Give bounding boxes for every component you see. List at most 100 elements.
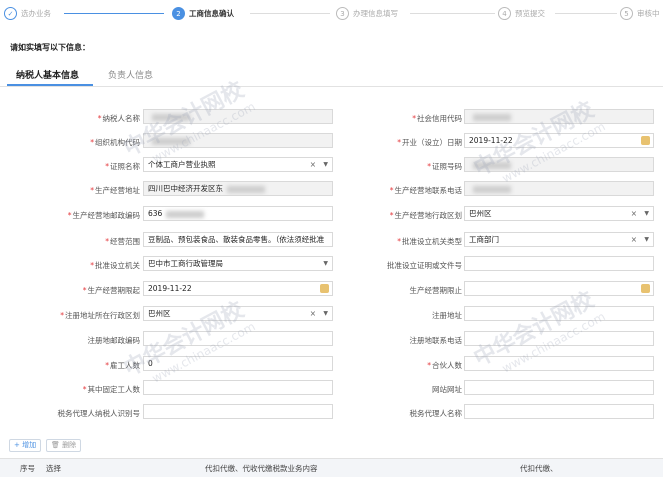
redacted-mark bbox=[473, 161, 511, 169]
taxpayer-name-label: 纳税人名称 bbox=[12, 113, 141, 124]
agent-name-field[interactable] bbox=[464, 404, 654, 419]
col-header-content: 代扣代缴、代收代缴税款业务内容 bbox=[205, 464, 318, 473]
website-label: 网站网址 bbox=[432, 385, 462, 394]
scope-field[interactable]: 豆制品、预包装食品、散装食品零售。（依法须经批准 bbox=[143, 232, 333, 247]
instruction-text: 请如实填写以下信息： bbox=[10, 43, 90, 52]
tab-taxpayer-info[interactable]: 纳税人基本信息 bbox=[16, 68, 79, 81]
org-code-field[interactable] bbox=[143, 133, 333, 148]
chevron-down-icon[interactable]: ▼ bbox=[323, 307, 328, 320]
prod-region-label: 生产经营地行政区划 bbox=[334, 210, 463, 221]
fixed-workers-label: 其中固定工人数 bbox=[12, 384, 141, 395]
employees-label: 雇工人数 bbox=[12, 360, 140, 371]
credit-code-label: 社会信用代码 bbox=[334, 113, 462, 124]
clear-icon[interactable]: × bbox=[631, 233, 637, 246]
tab-responsible-person[interactable]: 负责人信息 bbox=[108, 68, 153, 81]
chevron-down-icon[interactable]: ▼ bbox=[323, 257, 328, 270]
check-icon: ✓ bbox=[4, 7, 17, 20]
step-label: 选办业务 bbox=[21, 9, 51, 18]
prod-region-select[interactable]: 巴州区 × ▼ bbox=[464, 206, 654, 221]
col-header-content-2: 代扣代缴、 bbox=[520, 464, 558, 473]
credit-code-field[interactable] bbox=[464, 109, 654, 124]
redacted-mark bbox=[227, 185, 265, 193]
step-number: 3 bbox=[336, 7, 349, 20]
period-start-label: 生产经营期限起 bbox=[12, 285, 141, 296]
reg-phone-field[interactable] bbox=[464, 331, 654, 346]
approve-doc-label: 批准设立证明或文件号 bbox=[387, 261, 462, 270]
chevron-down-icon[interactable]: ▼ bbox=[323, 158, 328, 171]
step-label: 审核中 bbox=[637, 9, 660, 18]
redacted-mark bbox=[152, 137, 190, 145]
step-4: 4 预览提交 bbox=[498, 7, 545, 20]
calendar-icon[interactable] bbox=[641, 284, 650, 293]
col-header-index: 序号 bbox=[20, 464, 35, 473]
agent-id-label: 税务代理人纳税人识别号 bbox=[57, 409, 141, 418]
cert-no-field[interactable] bbox=[464, 157, 654, 172]
prod-addr-field[interactable]: 四川巴中经济开发区东 bbox=[143, 181, 333, 196]
period-start-field[interactable]: 2019-11-22 bbox=[143, 281, 333, 296]
chevron-down-icon[interactable]: ▼ bbox=[644, 233, 649, 246]
add-button[interactable]: + 增加 bbox=[9, 439, 42, 452]
cert-no-label: 证照号码 bbox=[334, 161, 462, 172]
active-tab-indicator bbox=[7, 84, 93, 86]
open-date-label: 开业（设立）日期 bbox=[334, 137, 462, 148]
step-1: ✓ 选办业务 bbox=[4, 7, 51, 20]
step-line-4 bbox=[555, 13, 617, 14]
prod-zip-label: 生产经营地邮政编码 bbox=[12, 210, 141, 221]
redacted-mark bbox=[473, 185, 511, 193]
redacted-mark bbox=[473, 113, 511, 121]
prod-phone-label: 生产经营地联系电话 bbox=[334, 185, 463, 196]
steps-bar: ✓ 选办业务 2 工商信息确认 3 办理信息填写 4 预览提交 5 审核中 bbox=[0, 0, 663, 30]
approve-org-label: 批准设立机关 bbox=[12, 260, 140, 271]
reg-region-select[interactable]: 巴州区 × ▼ bbox=[143, 306, 333, 321]
cert-name-select[interactable]: 个体工商户营业执照 × ▼ bbox=[143, 157, 333, 172]
clear-icon[interactable]: × bbox=[631, 207, 637, 220]
partners-label: 合伙人数 bbox=[334, 360, 462, 371]
agent-id-field[interactable] bbox=[143, 404, 333, 419]
delete-button[interactable]: 🗑 删除 bbox=[46, 439, 82, 452]
reg-region-label: 注册地址所在行政区划 bbox=[12, 310, 140, 321]
step-number: 4 bbox=[498, 7, 511, 20]
employees-field[interactable]: 0 bbox=[143, 356, 333, 371]
col-header-select: 选择 bbox=[46, 464, 61, 473]
step-label: 办理信息填写 bbox=[353, 9, 398, 18]
open-date-field[interactable]: 2019-11-22 bbox=[464, 133, 654, 148]
approve-type-label: 批准设立机关类型 bbox=[334, 236, 462, 247]
period-end-field[interactable] bbox=[464, 281, 654, 296]
calendar-icon[interactable] bbox=[320, 284, 329, 293]
trash-icon: 🗑 bbox=[51, 441, 60, 449]
reg-addr-field[interactable] bbox=[464, 306, 654, 321]
period-end-label: 生产经营期限止 bbox=[409, 286, 463, 295]
step-line-2 bbox=[250, 13, 330, 14]
prod-phone-field[interactable] bbox=[464, 181, 654, 196]
prod-zip-field[interactable]: 636 bbox=[143, 206, 333, 221]
step-label: 工商信息确认 bbox=[189, 9, 234, 18]
step-2: 2 工商信息确认 bbox=[172, 7, 234, 20]
approve-type-select[interactable]: 工商部门 × ▼ bbox=[464, 232, 654, 247]
clear-icon[interactable]: × bbox=[310, 158, 316, 171]
cert-name-label: 证照名称 bbox=[12, 161, 140, 172]
delete-label: 删除 bbox=[62, 441, 77, 449]
clear-icon[interactable]: × bbox=[310, 307, 316, 320]
approve-org-select[interactable]: 巴中市工商行政管理局 ▼ bbox=[143, 256, 333, 271]
table-header: 序号 选择 代扣代缴、代收代缴税款业务内容 代扣代缴、 bbox=[0, 458, 663, 477]
org-code-label: 组织机构代码 bbox=[12, 137, 140, 148]
reg-zip-label: 注册地邮政编码 bbox=[87, 336, 141, 345]
calendar-icon[interactable] bbox=[641, 136, 650, 145]
fixed-workers-field[interactable] bbox=[143, 380, 333, 395]
reg-zip-field[interactable] bbox=[143, 331, 333, 346]
prod-addr-label: 生产经营地址 bbox=[12, 185, 140, 196]
approve-doc-field[interactable] bbox=[464, 256, 654, 271]
step-5: 5 审核中 bbox=[620, 7, 660, 20]
step-number: 5 bbox=[620, 7, 633, 20]
redacted-mark bbox=[166, 210, 205, 218]
step-line-1 bbox=[64, 13, 164, 14]
taxpayer-name-field[interactable] bbox=[143, 109, 333, 124]
step-line-3 bbox=[410, 13, 495, 14]
step-3: 3 办理信息填写 bbox=[336, 7, 398, 20]
step-label: 预览提交 bbox=[515, 9, 545, 18]
scope-label: 经营范围 bbox=[12, 236, 140, 247]
website-field[interactable] bbox=[464, 380, 654, 395]
chevron-down-icon[interactable]: ▼ bbox=[644, 207, 649, 220]
partners-field[interactable] bbox=[464, 356, 654, 371]
tab-bar: 纳税人基本信息 负责人信息 bbox=[0, 62, 663, 87]
